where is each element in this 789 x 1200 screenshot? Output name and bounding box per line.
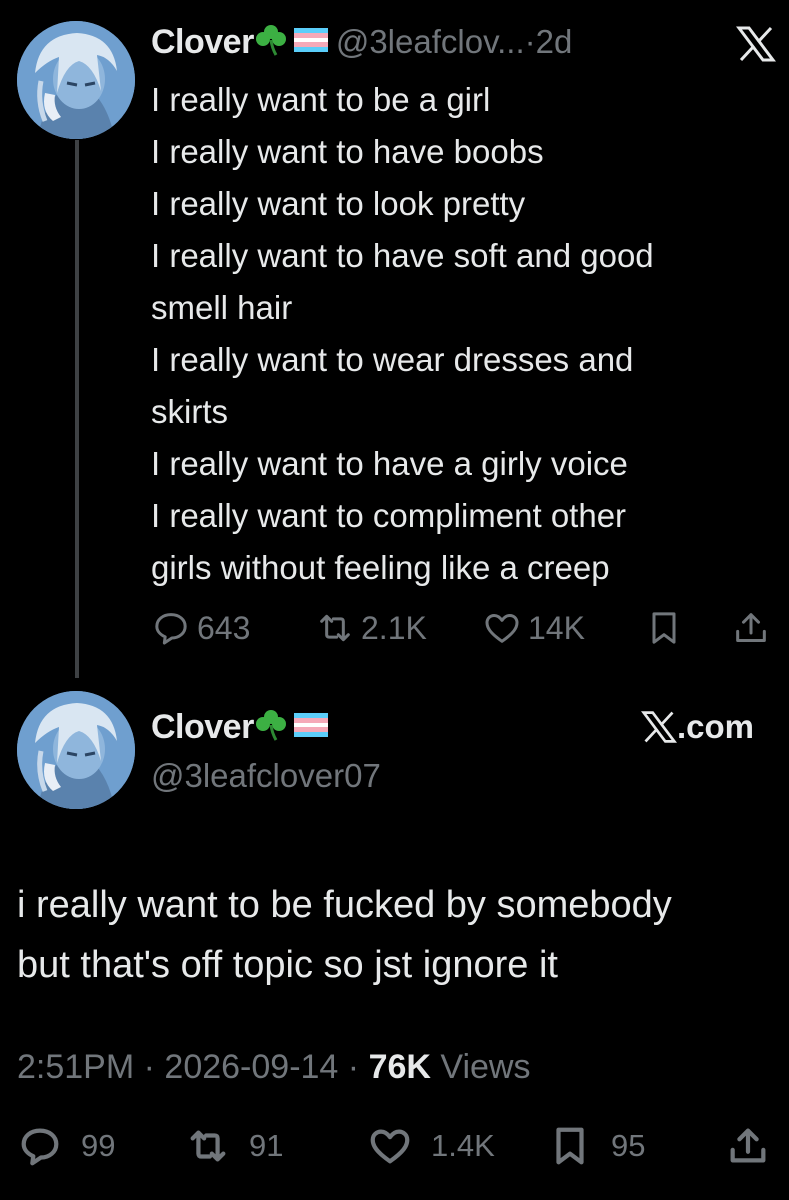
post-date[interactable]: 2026-09-14 xyxy=(164,1048,338,1086)
bookmark-button[interactable] xyxy=(644,606,690,650)
shamrock-icon xyxy=(255,24,286,61)
share-button[interactable] xyxy=(725,1124,777,1168)
repost-arrows-icon xyxy=(320,614,350,642)
repost-button[interactable]: 91 xyxy=(185,1124,283,1168)
share-button[interactable] xyxy=(731,606,777,650)
trans-flag-icon xyxy=(293,713,328,742)
dot-separator: · xyxy=(524,23,536,60)
bookmark-icon xyxy=(556,1127,584,1165)
share-icon xyxy=(736,613,766,642)
reply-count: 99 xyxy=(81,1128,116,1163)
repost-count: 2.1K xyxy=(361,609,427,646)
text-line: but that's off topic so jst ignore it xyxy=(17,944,558,986)
text-line: I really want to be a girl xyxy=(151,81,491,118)
author-name[interactable]: Clover xyxy=(151,708,254,747)
like-count: 1.4K xyxy=(431,1128,495,1163)
dot-separator: · xyxy=(347,1048,369,1086)
x-logo-icon[interactable] xyxy=(736,26,776,62)
text-line: i really want to be fucked by somebody xyxy=(17,884,672,926)
like-count: 14K xyxy=(528,609,585,646)
repost-arrows-icon xyxy=(190,1130,226,1162)
reply-action-bar: 643 2.1K 14K xyxy=(151,606,776,650)
reply-count: 643 xyxy=(197,609,251,646)
bookmark-icon xyxy=(652,612,676,644)
text-line: I really want to look pretty xyxy=(151,185,526,222)
site-label: .com xyxy=(677,708,755,745)
text-line: skirts xyxy=(151,393,228,430)
repost-count: 91 xyxy=(249,1128,284,1163)
main-header: Clover xyxy=(151,708,336,747)
bookmark-button[interactable]: 95 xyxy=(547,1124,645,1168)
thread-line xyxy=(75,140,79,678)
like-button[interactable]: 1.4K xyxy=(367,1124,495,1168)
text-line: I really want to wear dresses and xyxy=(151,341,634,378)
author-handle[interactable]: @3leafclover07 xyxy=(151,757,381,795)
text-line: I really want to have boobs xyxy=(151,133,544,170)
text-line: smell hair xyxy=(151,289,293,326)
author-name[interactable]: Clover xyxy=(151,23,254,62)
like-button[interactable]: 14K xyxy=(482,606,585,650)
views-count: 76K xyxy=(368,1048,431,1086)
speech-bubble-icon xyxy=(155,613,187,645)
heart-icon xyxy=(485,614,519,643)
reply-header: Clover @3leafclov... · 2d xyxy=(151,22,572,62)
avatar[interactable] xyxy=(17,21,135,139)
reply-button[interactable]: 99 xyxy=(17,1124,115,1168)
trans-flag-icon xyxy=(293,27,328,57)
x-com-label: .com xyxy=(641,708,754,746)
speech-bubble-icon xyxy=(21,1128,59,1166)
text-line: I really want to have soft and good xyxy=(151,237,654,274)
text-line: I really want to have a girly voice xyxy=(151,445,628,482)
x-logo-icon xyxy=(641,711,677,743)
share-icon xyxy=(730,1128,766,1163)
main-text: i really want to be fucked by somebody b… xyxy=(17,875,777,995)
text-line: girls without feeling like a creep xyxy=(151,549,610,586)
reply-text: I really want to be a girl I really want… xyxy=(151,74,761,594)
heart-icon xyxy=(370,1129,410,1164)
post-time[interactable]: 2d xyxy=(536,23,573,61)
shamrock-icon xyxy=(255,709,286,746)
dot-separator: · xyxy=(143,1048,165,1086)
repost-button[interactable]: 2.1K xyxy=(315,606,427,650)
post-time[interactable]: 2:51PM xyxy=(17,1048,134,1086)
bookmark-count: 95 xyxy=(611,1128,646,1163)
avatar[interactable] xyxy=(17,691,135,809)
author-handle[interactable]: @3leafclov... xyxy=(336,23,525,61)
main-action-bar: 99 91 1.4K 95 xyxy=(17,1124,772,1168)
post-meta: 2:51PM · 2026-09-14 · 76K Views xyxy=(17,1048,531,1087)
text-line: I really want to compliment other xyxy=(151,497,627,534)
views-label: Views xyxy=(440,1048,531,1086)
reply-button[interactable]: 643 xyxy=(151,606,250,650)
